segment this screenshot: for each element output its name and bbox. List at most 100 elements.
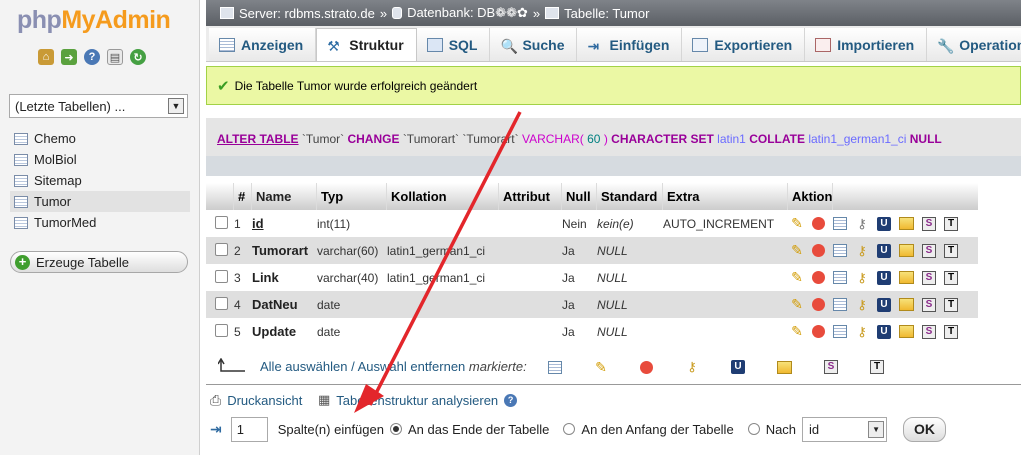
browse-icon[interactable]	[833, 244, 847, 257]
nav-table-tumormed[interactable]: TumorMed	[10, 212, 190, 233]
docs-icon[interactable]: ▤	[107, 49, 123, 65]
drop-icon[interactable]	[812, 244, 825, 257]
drop-icon[interactable]	[812, 325, 825, 338]
column-count-input[interactable]: 1	[230, 416, 268, 442]
spatial-icon[interactable]: S	[922, 297, 936, 312]
column-null: Nein	[562, 216, 587, 231]
tab-structure[interactable]: ⚒ Struktur	[316, 28, 417, 61]
breadcrumb-database[interactable]: Datenbank: DB❁❁✿	[407, 5, 528, 21]
edit-icon[interactable]: ✎	[788, 215, 806, 233]
insert-icon: ⇥	[587, 37, 600, 54]
fulltext-icon[interactable]: T	[944, 216, 958, 231]
index-icon[interactable]	[899, 271, 914, 284]
primary-key-icon[interactable]: ⚷	[853, 323, 871, 341]
index-icon[interactable]	[899, 298, 914, 311]
help-icon[interactable]: ?	[504, 393, 518, 407]
tab-operations[interactable]: 🔧Operationen	[927, 28, 1021, 61]
fulltext-icon[interactable]: T	[944, 270, 958, 285]
nav-table-chemo[interactable]: Chemo	[10, 128, 190, 149]
tab-import[interactable]: Importieren	[805, 28, 928, 61]
analyze-structure-link[interactable]: ▦ Tabellenstruktur analysieren ?	[318, 392, 518, 408]
tab-browse[interactable]: Anzeigen	[209, 28, 317, 61]
unique-icon[interactable]: U	[877, 243, 891, 258]
col-header-name: Name	[252, 183, 317, 210]
nav-table-molbiol[interactable]: MolBiol	[10, 149, 190, 170]
unique-icon[interactable]: U	[877, 324, 891, 339]
primary-key-icon[interactable]: ⚷	[853, 296, 871, 314]
col-header-type: Typ	[317, 183, 387, 210]
reload-icon[interactable]: ↻	[130, 49, 146, 65]
tab-insert[interactable]: ⇥ Einfügen	[577, 28, 683, 61]
tab-search[interactable]: 🔍 Suche	[490, 28, 578, 61]
nav-table-tumor[interactable]: Tumor	[10, 191, 190, 212]
logout-icon[interactable]: ➜	[61, 49, 77, 65]
print-view-link[interactable]: ⎙ Druckansicht	[210, 392, 302, 409]
primary-key-icon[interactable]: ⚷	[853, 269, 871, 287]
edit-icon[interactable]: ✎	[788, 323, 806, 341]
fulltext-icon[interactable]: T	[944, 297, 958, 312]
tab-export[interactable]: Exportieren	[682, 28, 806, 61]
edit-icon[interactable]: ✎	[788, 296, 806, 314]
deselect-all-link[interactable]: Auswahl entfernen	[358, 359, 466, 374]
drop-icon[interactable]	[640, 360, 653, 374]
browse-icon[interactable]	[833, 325, 847, 338]
select-all-link[interactable]: Alle auswählen	[260, 359, 347, 374]
drop-icon[interactable]	[812, 217, 825, 230]
index-icon[interactable]	[899, 325, 914, 338]
radio-end-of-table[interactable]	[389, 423, 402, 435]
sql-keyword-alter[interactable]: ALTER TABLE	[217, 132, 299, 146]
fulltext-icon[interactable]: T	[870, 360, 884, 374]
home-icon[interactable]: ⌂	[38, 49, 54, 65]
structure-rows: 1 id int(11) Nein kein(e) AUTO_INCREMENT ✎ ⚷ U S T…	[206, 210, 978, 345]
unique-icon[interactable]: U	[877, 270, 891, 285]
index-icon[interactable]	[899, 217, 914, 230]
radio-after-column[interactable]	[747, 423, 760, 435]
drop-icon[interactable]	[812, 298, 825, 311]
breadcrumb-table[interactable]: Tabelle: Tumor	[564, 6, 649, 21]
create-table-button[interactable]: + Erzeuge Tabelle	[10, 251, 188, 273]
browse-icon[interactable]	[548, 360, 562, 374]
browse-icon[interactable]	[833, 271, 847, 284]
browse-icon[interactable]	[833, 298, 847, 311]
breadcrumb-server[interactable]: Server: rdbms.strato.de	[239, 6, 375, 21]
row-checkbox[interactable]	[215, 215, 228, 229]
phpmyadmin-logo[interactable]: phpMyAdmin	[17, 6, 171, 35]
edit-icon[interactable]: ✎	[788, 242, 806, 260]
spatial-icon[interactable]: S	[824, 360, 838, 374]
drop-icon[interactable]	[812, 271, 825, 284]
table-row: 3 Link varchar(40) latin1_german1_ci Ja NULL ✎…	[206, 264, 978, 291]
tab-sql[interactable]: SQL	[416, 28, 491, 61]
table-list: Chemo MolBiol Sitemap Tumor TumorMed	[10, 128, 190, 233]
radio-start-of-table[interactable]	[563, 423, 576, 435]
browse-icon[interactable]	[833, 217, 847, 230]
primary-key-icon[interactable]: ⚷	[853, 242, 871, 260]
sql-box-toolbar	[206, 156, 1021, 176]
unique-icon[interactable]: U	[877, 216, 891, 231]
row-checkbox[interactable]	[215, 296, 228, 310]
unique-icon[interactable]: U	[877, 297, 891, 312]
row-checkbox[interactable]	[215, 269, 228, 283]
unique-icon[interactable]: U	[731, 360, 745, 374]
database-icon	[392, 7, 403, 19]
row-checkbox[interactable]	[215, 323, 228, 337]
nav-table-sitemap[interactable]: Sitemap	[10, 170, 190, 191]
row-checkbox[interactable]	[215, 242, 228, 256]
after-column-select[interactable]: id ▼	[802, 416, 888, 442]
edit-icon[interactable]: ✎	[788, 269, 806, 287]
spatial-icon[interactable]: S	[922, 270, 936, 285]
edit-icon[interactable]: ✎	[592, 358, 610, 376]
spatial-icon[interactable]: S	[922, 216, 936, 231]
primary-key-icon[interactable]: ⚷	[683, 358, 701, 376]
ok-button[interactable]: OK	[903, 416, 947, 442]
spatial-icon[interactable]: S	[922, 243, 936, 258]
index-icon[interactable]	[899, 244, 914, 257]
fulltext-icon[interactable]: T	[944, 324, 958, 339]
column-name[interactable]: id	[252, 216, 317, 231]
column-name: DatNeu	[252, 297, 298, 312]
index-icon[interactable]	[777, 360, 792, 374]
fulltext-icon[interactable]: T	[944, 243, 958, 258]
recent-tables-select[interactable]: (Letzte Tabellen) ... ▼	[9, 94, 188, 118]
help-icon[interactable]: ?	[84, 49, 100, 65]
spatial-icon[interactable]: S	[922, 324, 936, 339]
primary-key-icon[interactable]: ⚷	[853, 215, 871, 233]
